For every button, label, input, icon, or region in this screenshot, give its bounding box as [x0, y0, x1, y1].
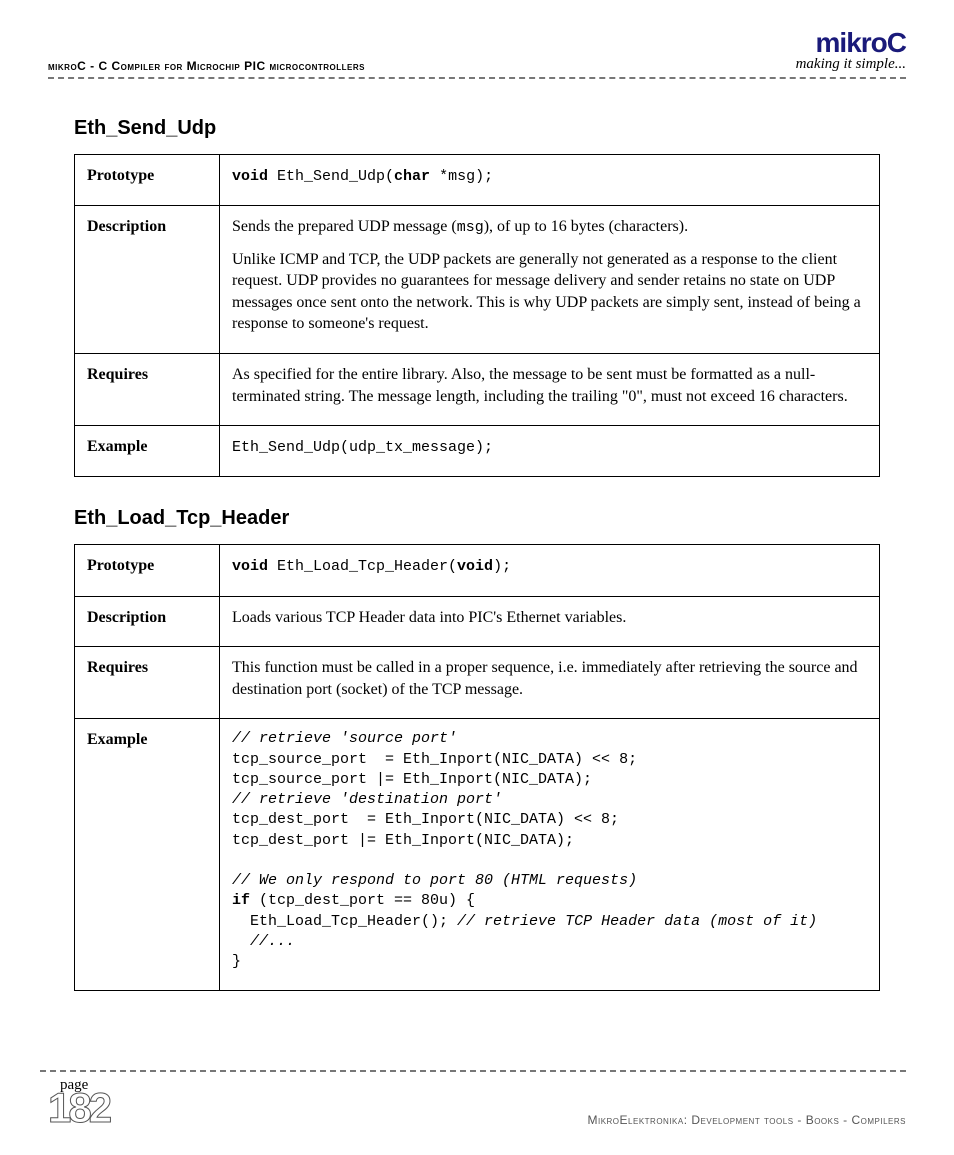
page-header: mikroC - C Compiler for Microchip PIC mi…	[48, 28, 906, 73]
code-keyword: char	[394, 168, 430, 185]
row-value-prototype: void Eth_Load_Tcp_Header(void);	[220, 545, 880, 596]
table-row: Prototype void Eth_Send_Udp(char *msg);	[75, 155, 880, 206]
row-label-description: Description	[75, 206, 220, 354]
code-text: Eth_Load_Tcp_Header(	[268, 558, 457, 575]
table-row: Example // retrieve 'source port' tcp_so…	[75, 719, 880, 991]
row-label-requires: Requires	[75, 647, 220, 719]
desc-text: Unlike ICMP and TCP, the UDP packets are…	[232, 251, 861, 333]
code-text: );	[493, 558, 511, 575]
inline-code: msg	[457, 219, 484, 236]
section-title-eth-send-udp: Eth_Send_Udp	[74, 117, 880, 140]
code-line: }	[232, 953, 241, 970]
table-row: Prototype void Eth_Load_Tcp_Header(void)…	[75, 545, 880, 596]
code-comment: //...	[232, 933, 295, 950]
table-row: Description Sends the prepared UDP messa…	[75, 206, 880, 354]
row-label-example: Example	[75, 719, 220, 991]
code-text: Eth_Send_Udp(udp_tx_message);	[232, 439, 493, 456]
table-row: Example Eth_Send_Udp(udp_tx_message);	[75, 426, 880, 477]
code-comment: // retrieve TCP Header data (most of it)	[457, 913, 817, 930]
api-table-eth-send-udp: Prototype void Eth_Send_Udp(char *msg); …	[74, 154, 880, 477]
code-line: tcp_source_port |= Eth_Inport(NIC_DATA);	[232, 771, 592, 788]
content: Eth_Send_Udp Prototype void Eth_Send_Udp…	[48, 79, 906, 991]
page-number: 182	[40, 1089, 109, 1127]
page: mikroC - C Compiler for Microchip PIC mi…	[0, 0, 954, 1155]
code-block: // retrieve 'source port' tcp_source_por…	[232, 729, 867, 972]
code-keyword: void	[457, 558, 493, 575]
row-value-example: // retrieve 'source port' tcp_source_por…	[220, 719, 880, 991]
code-keyword: void	[232, 168, 268, 185]
code-keyword: if	[232, 892, 250, 909]
footer-left: page 182	[40, 1078, 109, 1127]
api-table-eth-load-tcp-header: Prototype void Eth_Load_Tcp_Header(void)…	[74, 544, 880, 991]
header-right: mikroC making it simple...	[796, 28, 906, 73]
row-value-description: Sends the prepared UDP message (msg), of…	[220, 206, 880, 354]
row-label-requires: Requires	[75, 354, 220, 426]
code-comment: // We only respond to port 80 (HTML requ…	[232, 872, 637, 889]
section-title-eth-load-tcp-header: Eth_Load_Tcp_Header	[74, 507, 880, 530]
page-footer: page 182 MikroElektronika: Development t…	[40, 1070, 906, 1127]
code-line: Eth_Load_Tcp_Header();	[232, 913, 457, 930]
code-comment: // retrieve 'source port'	[232, 730, 457, 747]
row-label-description: Description	[75, 596, 220, 647]
code-text: Eth_Send_Udp(	[268, 168, 394, 185]
footer-publisher: MikroElektronika: Development tools - Bo…	[587, 1113, 906, 1127]
row-label-prototype: Prototype	[75, 155, 220, 206]
code-line: (tcp_dest_port == 80u) {	[250, 892, 475, 909]
row-value-example: Eth_Send_Udp(udp_tx_message);	[220, 426, 880, 477]
row-value-requires: This function must be called in a proper…	[220, 647, 880, 719]
header-left-text: mikroC - C Compiler for Microchip PIC mi…	[48, 59, 365, 73]
desc-text: ), of up to 16 bytes (characters).	[484, 218, 688, 235]
table-row: Description Loads various TCP Header dat…	[75, 596, 880, 647]
row-label-prototype: Prototype	[75, 545, 220, 596]
row-value-description: Loads various TCP Header data into PIC's…	[220, 596, 880, 647]
brand-tagline: making it simple...	[796, 57, 906, 73]
table-row: Requires As specified for the entire lib…	[75, 354, 880, 426]
code-keyword: void	[232, 558, 268, 575]
code-line: tcp_dest_port = Eth_Inport(NIC_DATA) << …	[232, 811, 619, 828]
code-line: tcp_dest_port |= Eth_Inport(NIC_DATA);	[232, 832, 574, 849]
desc-text: Sends the prepared UDP message (	[232, 218, 457, 235]
brand-logo: mikroC	[796, 28, 906, 57]
code-line: tcp_source_port = Eth_Inport(NIC_DATA) <…	[232, 751, 637, 768]
code-comment: // retrieve 'destination port'	[232, 791, 502, 808]
footer-row: page 182 MikroElektronika: Development t…	[40, 1078, 906, 1127]
row-value-prototype: void Eth_Send_Udp(char *msg);	[220, 155, 880, 206]
row-value-requires: As specified for the entire library. Als…	[220, 354, 880, 426]
table-row: Requires This function must be called in…	[75, 647, 880, 719]
row-label-example: Example	[75, 426, 220, 477]
footer-rule	[40, 1070, 906, 1072]
code-text: *msg);	[430, 168, 493, 185]
